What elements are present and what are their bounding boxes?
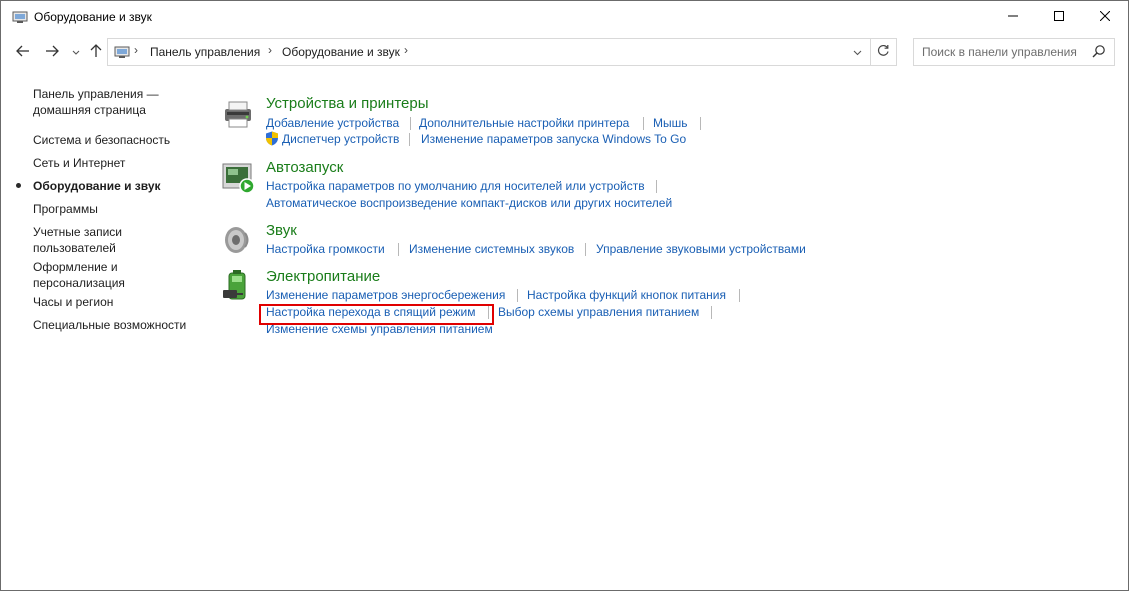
up-arrow-icon — [89, 43, 103, 61]
maximize-button[interactable] — [1036, 1, 1082, 33]
breadcrumb-control-panel[interactable]: Панель управления — [150, 45, 260, 59]
section-title-power[interactable]: Электропитание — [266, 268, 380, 285]
navigation-bar: › Панель управления › Оборудование и зву… — [1, 37, 1128, 67]
sidebar-item-hardware-sound[interactable]: Оборудование и звук — [33, 179, 161, 195]
highlight-box — [259, 304, 494, 325]
maximize-icon — [1054, 10, 1064, 24]
minimize-button[interactable] — [990, 1, 1036, 33]
close-button[interactable] — [1082, 1, 1128, 33]
back-button[interactable] — [12, 37, 34, 67]
window-title: Оборудование и звук — [34, 10, 152, 24]
link-sound-devices[interactable]: Управление звуковыми устройствами — [596, 242, 806, 256]
link-separator — [739, 289, 740, 302]
sidebar-item-system-security[interactable]: Система и безопасность — [33, 133, 170, 149]
control-panel-window: Оборудование и звук › Панель управления … — [0, 0, 1129, 591]
search-box[interactable]: Поиск в панели управления — [913, 38, 1115, 66]
link-separator — [409, 133, 410, 146]
address-history-dropdown[interactable] — [846, 39, 868, 65]
link-system-sounds[interactable]: Изменение системных звуков — [409, 242, 574, 256]
link-choose-power-plan[interactable]: Выбор схемы управления питанием — [498, 305, 699, 319]
link-separator — [410, 117, 411, 130]
link-autoplay-cd[interactable]: Автоматическое воспроизведение компакт-д… — [266, 196, 672, 210]
link-power-saving[interactable]: Изменение параметров энергосбережения — [266, 288, 505, 302]
sidebar-item-user-accounts[interactable]: Учетные записи пользователей — [33, 225, 122, 256]
link-separator — [711, 306, 712, 319]
minimize-icon — [1008, 10, 1018, 24]
chevron-right-icon[interactable]: › — [404, 43, 408, 57]
section-title-devices-printers[interactable]: Устройства и принтеры — [266, 95, 428, 112]
sidebar-item-accessibility[interactable]: Специальные возможности — [33, 318, 186, 334]
title-bar: Оборудование и звук — [1, 1, 1128, 33]
recent-locations-button[interactable] — [65, 37, 87, 67]
link-separator — [656, 180, 657, 193]
active-indicator — [16, 183, 21, 188]
devices-printers-icon — [221, 97, 255, 131]
speaker-icon — [221, 223, 255, 257]
link-windows-to-go[interactable]: Изменение параметров запуска Windows To … — [421, 132, 686, 146]
shield-icon — [265, 131, 279, 149]
link-separator — [585, 243, 586, 256]
section-title-sound[interactable]: Звук — [266, 222, 297, 239]
battery-icon — [221, 268, 255, 302]
refresh-icon — [877, 44, 890, 60]
sidebar-item-clock-region[interactable]: Часы и регион — [33, 295, 113, 311]
forward-arrow-icon — [45, 44, 59, 61]
link-separator — [517, 289, 518, 302]
search-icon[interactable] — [1092, 44, 1106, 61]
link-device-manager[interactable]: Диспетчер устройств — [282, 132, 399, 146]
close-icon — [1099, 10, 1111, 24]
search-input[interactable]: Поиск в панели управления — [922, 45, 1077, 59]
link-separator — [398, 243, 399, 256]
chevron-right-icon: › — [134, 43, 138, 57]
up-button[interactable] — [85, 37, 107, 67]
recent-dropdown-icon — [72, 45, 80, 59]
link-autoplay-defaults[interactable]: Настройка параметров по умолчанию для но… — [266, 179, 645, 193]
sidebar-item-home[interactable]: Панель управления — домашняя страница — [33, 87, 159, 118]
autoplay-icon — [221, 161, 255, 195]
chevron-down-icon — [853, 45, 862, 59]
link-power-buttons[interactable]: Настройка функций кнопок питания — [527, 288, 726, 302]
link-printer-settings[interactable]: Дополнительные настройки принтера — [419, 116, 629, 130]
link-mouse[interactable]: Мышь — [653, 116, 688, 130]
breadcrumb-hardware-sound[interactable]: Оборудование и звук — [282, 45, 400, 59]
sidebar-item-network[interactable]: Сеть и Интернет — [33, 156, 125, 172]
section-title-autoplay[interactable]: Автозапуск — [266, 159, 343, 176]
link-separator — [700, 117, 701, 130]
link-add-device[interactable]: Добавление устройства — [266, 116, 399, 130]
address-bar[interactable]: › Панель управления › Оборудование и зву… — [107, 38, 871, 66]
link-separator — [643, 117, 644, 130]
chevron-right-icon[interactable]: › — [268, 43, 272, 57]
back-arrow-icon — [16, 44, 30, 61]
refresh-button[interactable] — [870, 38, 897, 66]
control-panel-icon — [12, 9, 28, 25]
sidebar-item-programs[interactable]: Программы — [33, 202, 98, 218]
forward-button[interactable] — [41, 37, 63, 67]
sidebar-item-appearance[interactable]: Оформление и персонализация — [33, 260, 125, 291]
control-panel-icon — [114, 44, 130, 63]
link-volume[interactable]: Настройка громкости — [266, 242, 385, 256]
